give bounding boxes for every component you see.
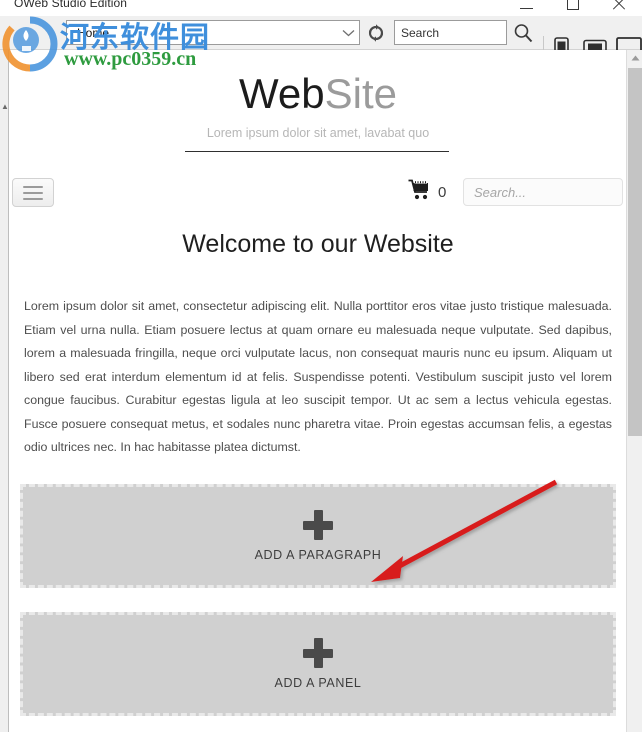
window-title: OWeb Studio Edition <box>14 0 128 10</box>
site-search-field[interactable] <box>463 178 626 206</box>
header-divider <box>185 151 449 152</box>
toolbar-search-input[interactable] <box>395 21 506 44</box>
plus-icon <box>303 637 333 668</box>
hamburger-icon <box>23 185 43 188</box>
site-title-part-dark: Web <box>239 70 325 117</box>
refresh-button[interactable] <box>366 23 386 43</box>
hamburger-menu-button[interactable] <box>12 178 54 207</box>
shopping-cart-icon <box>408 179 432 206</box>
page-selector-value: Home <box>77 25 110 40</box>
toolbar-search-button[interactable] <box>512 22 534 44</box>
scroll-up-button[interactable] <box>627 50 642 66</box>
application-window: OWeb Studio Edition Home Search ▲ WebSit… <box>0 0 642 732</box>
close-icon <box>612 0 626 11</box>
vertical-scrollbar[interactable] <box>626 50 642 732</box>
chevron-down-icon <box>337 21 359 44</box>
main-toolbar: Home <box>0 16 642 62</box>
page-selector-dropdown[interactable]: Home <box>66 20 360 45</box>
site-logo-title: WebSite <box>10 70 626 118</box>
maximize-icon <box>567 0 579 10</box>
minimize-button[interactable] <box>504 0 550 14</box>
scrollbar-thumb[interactable] <box>628 68 642 436</box>
site-header: WebSite Lorem ipsum dolor sit amet, lava… <box>10 50 626 160</box>
hamburger-icon <box>23 191 43 194</box>
site-navbar: 0 <box>10 160 626 216</box>
minimize-icon <box>520 0 534 11</box>
rail-collapse-icon: ▲ <box>1 102 9 111</box>
add-paragraph-label: ADD A PARAGRAPH <box>254 547 382 562</box>
plus-icon <box>303 509 333 540</box>
title-bar: OWeb Studio Edition <box>0 0 642 16</box>
site-title-part-light: Site <box>324 70 397 117</box>
cart-item-count: 0 <box>438 184 447 201</box>
website-preview-canvas[interactable]: WebSite Lorem ipsum dolor sit amet, lava… <box>10 50 626 732</box>
toolbar-search-field[interactable] <box>394 20 507 45</box>
add-paragraph-dropzone[interactable]: ADD A PARAGRAPH <box>20 483 616 588</box>
left-panel-rail[interactable]: ▲ <box>0 50 9 732</box>
maximize-button[interactable] <box>550 0 596 14</box>
window-controls <box>504 0 642 14</box>
add-panel-dropzone[interactable]: ADD A PANEL <box>20 611 616 716</box>
site-tagline: Lorem ipsum dolor sit amet, lavabat quo <box>206 126 430 140</box>
hamburger-icon <box>23 197 43 200</box>
add-panel-label: ADD A PANEL <box>274 675 362 690</box>
page-paragraph[interactable]: Lorem ipsum dolor sit amet, consectetur … <box>24 295 612 460</box>
shopping-cart[interactable]: 0 <box>408 179 446 206</box>
site-search-input[interactable] <box>464 184 626 200</box>
close-button[interactable] <box>596 0 642 14</box>
page-heading: Welcome to our Website <box>182 230 454 258</box>
